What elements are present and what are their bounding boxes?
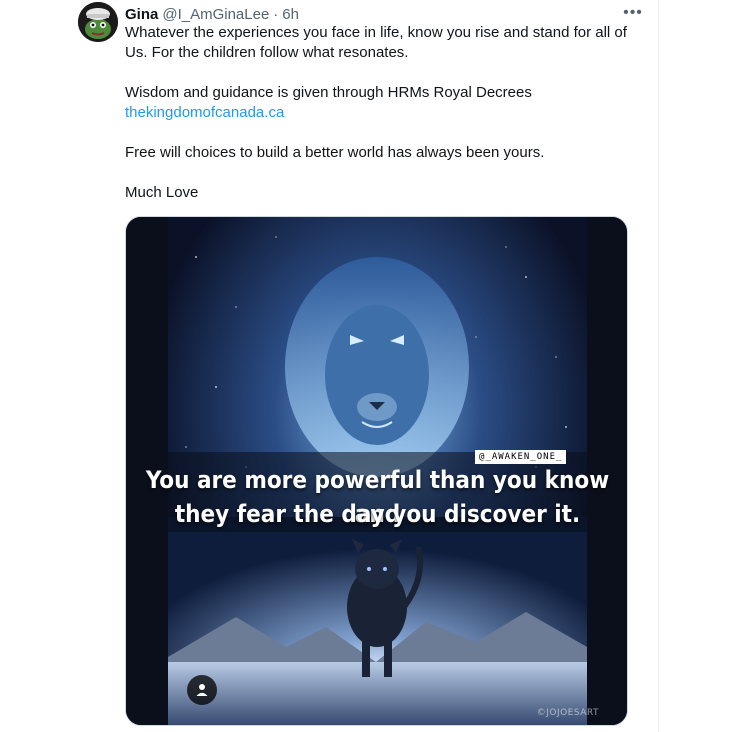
tweet-timestamp[interactable]: 6h (282, 6, 299, 23)
more-options-button[interactable]: ••• (621, 3, 645, 23)
more-horizontal-icon: ••• (623, 4, 643, 21)
tweet-media[interactable]: @_AWAKEN_ONE_ You are more powerful than… (125, 216, 628, 726)
media-caption-line-2: they fear the day you discover it. (174, 500, 581, 528)
header-separator: · (273, 5, 279, 23)
tweet-paragraph-1: Whatever the experiences you face in lif… (125, 24, 627, 61)
author-name[interactable]: Gina (125, 6, 158, 23)
column-divider (658, 0, 659, 732)
tweet-header: Gina @I_AmGinaLee · 6h (125, 4, 299, 24)
tweet-paragraph-3: Free will choices to build a better worl… (125, 144, 545, 161)
avatar-image (78, 2, 118, 42)
tweet-paragraph-2: Wisdom and guidance is given through HRM… (125, 84, 532, 101)
person-icon (196, 684, 208, 696)
tweet-text: Whatever the experiences you face in lif… (125, 23, 650, 203)
author-avatar[interactable] (78, 2, 118, 42)
tweet-link[interactable]: thekingdomofcanada.ca (125, 104, 284, 121)
author-handle[interactable]: @I_AmGinaLee (162, 6, 269, 23)
tweet-paragraph-4: Much Love (125, 184, 199, 201)
media-watermark-bottom: ©JOJOESART (536, 708, 599, 718)
media-tag-button[interactable] (187, 675, 217, 705)
media-watermark-top: @_AWAKEN_ONE_ (475, 450, 567, 464)
